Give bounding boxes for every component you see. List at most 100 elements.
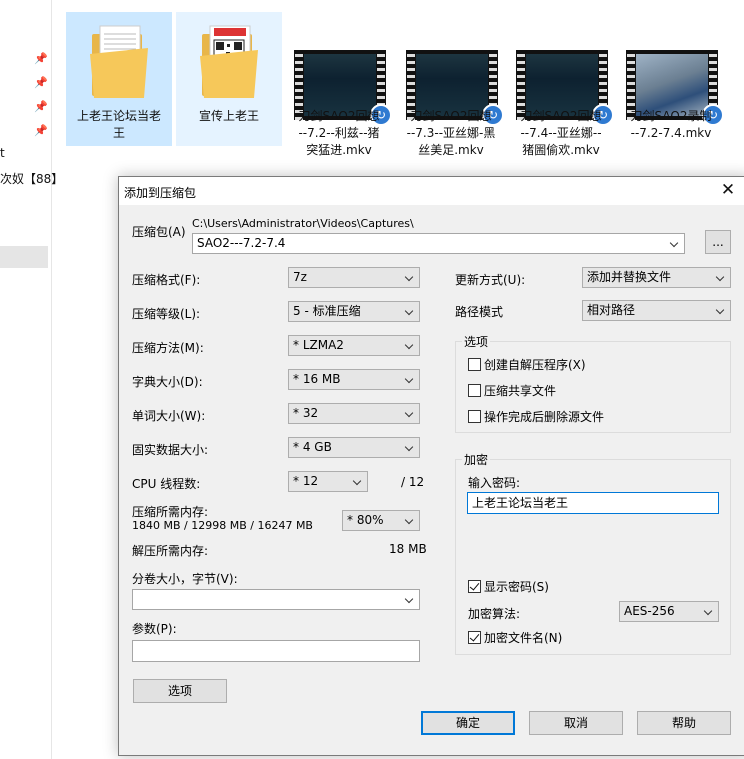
solid-value: * 4 GB [293, 440, 332, 454]
show-password-checkbox[interactable]: 显示密码(S) [468, 580, 549, 594]
dict-label: 字典大小(D): [132, 375, 203, 389]
path-mode-value: 相对路径 [587, 303, 636, 317]
show-password-label: 显示密码(S) [484, 580, 549, 594]
file-name: 刀剑SAO2回想 --7.4--亚丝娜-- 猪圌偷欢.mkv [520, 109, 602, 157]
method-select[interactable]: * LZMA2 [288, 335, 420, 356]
file-name: 刀剑SAO2回想 --7.2--利兹--猪 突猛进.mkv [298, 109, 380, 157]
file-item-video[interactable]: ↻ 刀剑SAO2回想 --7.2--利兹--猪 突猛进.mkv [286, 12, 392, 157]
encryption-method-value: AES-256 [624, 604, 675, 618]
level-label: 压缩等级(L): [132, 307, 201, 321]
chevron-down-icon [352, 472, 364, 491]
add-to-archive-dialog: 添加到压缩包 ✕ 压缩包(A) C:\Users\Administrator\V… [118, 176, 744, 756]
format-value: 7z [293, 270, 307, 284]
chevron-down-icon [404, 336, 416, 355]
file-item-folder[interactable]: 上老王论坛当老 王 [66, 12, 172, 146]
update-label: 更新方式(U): [455, 273, 526, 287]
path-mode-select[interactable]: 相对路径 [582, 300, 731, 321]
navigation-pane: 📌 📌 📌 📌 t 次奴【88】 [0, 0, 63, 759]
file-item-video[interactable]: ↻ 刀剑SAO2回想 --7.3--亚丝娜-黑 丝美足.mkv [398, 12, 504, 157]
nav-item-selected[interactable] [0, 246, 48, 268]
params-input[interactable] [132, 640, 420, 662]
chevron-down-icon [404, 590, 416, 609]
dialog-titlebar: 添加到压缩包 ✕ [119, 177, 744, 205]
update-value: 添加并替换文件 [587, 270, 672, 284]
format-select[interactable]: 7z [288, 267, 420, 288]
encryption-method-select[interactable]: AES-256 [619, 601, 719, 622]
level-select[interactable]: 5 - 标准压缩 [288, 301, 420, 322]
shared-files-checkbox[interactable]: 压缩共享文件 [468, 384, 556, 398]
nav-item-text[interactable]: 次奴【88】 [0, 170, 63, 187]
ok-button[interactable]: 确定 [421, 711, 515, 735]
cpu-label: CPU 线程数: [132, 477, 201, 491]
chevron-down-icon [404, 404, 416, 423]
memory-percent-select[interactable]: * 80% [342, 510, 420, 531]
cpu-value: * 12 [293, 474, 319, 488]
cpu-total: / 12 [401, 475, 425, 489]
decompress-memory-label: 解压所需内存: [132, 544, 209, 558]
solid-label: 固实数据大小: [132, 443, 209, 457]
checkbox-box[interactable] [468, 631, 481, 644]
sfx-checkbox[interactable]: 创建自解压程序(X) [468, 358, 586, 372]
archive-path: C:\Users\Administrator\Videos\Captures\ [192, 217, 414, 230]
pin-icon[interactable]: 📌 [34, 76, 48, 89]
folder-icon [90, 25, 148, 98]
word-select[interactable]: * 32 [288, 403, 420, 424]
chevron-down-icon [404, 370, 416, 389]
browse-button[interactable]: ... [705, 230, 731, 254]
dict-value: * 16 MB [293, 372, 341, 386]
cpu-select[interactable]: * 12 [288, 471, 368, 492]
help-button[interactable]: 帮助 [637, 711, 731, 735]
pin-icon[interactable]: 📌 [34, 52, 48, 65]
options-button[interactable]: 选项 [133, 679, 227, 703]
format-label: 压缩格式(F): [132, 273, 201, 287]
checkbox-box[interactable] [468, 410, 481, 423]
delete-source-label: 操作完成后删除源文件 [484, 410, 605, 424]
split-label: 分卷大小，字节(V): [132, 572, 238, 586]
checkbox-box[interactable] [468, 384, 481, 397]
shared-files-label: 压缩共享文件 [484, 384, 557, 398]
encrypt-names-label: 加密文件名(N) [484, 631, 563, 645]
file-name: 刀剑SAO2录制 --7.2-7.4.mkv [630, 109, 712, 140]
checkbox-box[interactable] [468, 580, 481, 593]
pin-icon[interactable]: 📌 [34, 124, 48, 137]
chevron-down-icon [715, 268, 727, 287]
archive-label: 压缩包(A) [132, 225, 186, 239]
decompress-memory-value: 18 MB [389, 542, 427, 556]
method-value: * LZMA2 [293, 338, 344, 352]
params-label: 参数(P): [132, 622, 177, 636]
memory-percent-value: * 80% [347, 513, 384, 527]
encrypt-names-checkbox[interactable]: 加密文件名(N) [468, 631, 562, 645]
file-name: 宣传上老王 [198, 109, 259, 123]
checkbox-box[interactable] [468, 358, 481, 371]
word-label: 单词大小(W): [132, 409, 206, 423]
password-input[interactable]: 上老王论坛当老王 [467, 492, 719, 514]
archive-name-combo[interactable]: SAO2---7.2-7.4 [192, 233, 685, 254]
chevron-down-icon [404, 438, 416, 457]
delete-source-checkbox[interactable]: 操作完成后删除源文件 [468, 410, 604, 424]
file-item-folder[interactable]: 宣传上老王 [176, 12, 282, 146]
memory-label: 压缩所需内存: [132, 505, 209, 519]
archive-name-value: SAO2---7.2-7.4 [197, 236, 286, 250]
chevron-down-icon [703, 602, 715, 621]
sfx-label: 创建自解压程序(X) [484, 358, 586, 372]
update-select[interactable]: 添加并替换文件 [582, 267, 731, 288]
dict-select[interactable]: * 16 MB [288, 369, 420, 390]
solid-select[interactable]: * 4 GB [288, 437, 420, 458]
encryption-method-label: 加密算法: [468, 607, 521, 621]
cancel-button[interactable]: 取消 [529, 711, 623, 735]
method-label: 压缩方法(M): [132, 341, 204, 355]
chevron-down-icon [404, 268, 416, 287]
nav-item-text[interactable]: t [0, 146, 5, 160]
chevron-down-icon [715, 301, 727, 320]
memory-values: 1840 MB / 12998 MB / 16247 MB [132, 519, 313, 532]
pin-icon[interactable]: 📌 [34, 100, 48, 113]
close-icon[interactable]: ✕ [719, 180, 737, 200]
level-value: 5 - 标准压缩 [293, 304, 361, 318]
chevron-down-icon [404, 302, 416, 321]
split-size-combo[interactable] [132, 589, 420, 610]
file-item-video[interactable]: ↻ 刀剑SAO2录制 --7.2-7.4.mkv [618, 12, 724, 146]
path-mode-label: 路径模式 [455, 305, 504, 319]
password-label: 输入密码: [468, 476, 521, 490]
file-item-video[interactable]: ↻ 刀剑SAO2回想 --7.4--亚丝娜-- 猪圌偷欢.mkv [508, 12, 614, 157]
chevron-down-icon[interactable] [669, 234, 681, 253]
